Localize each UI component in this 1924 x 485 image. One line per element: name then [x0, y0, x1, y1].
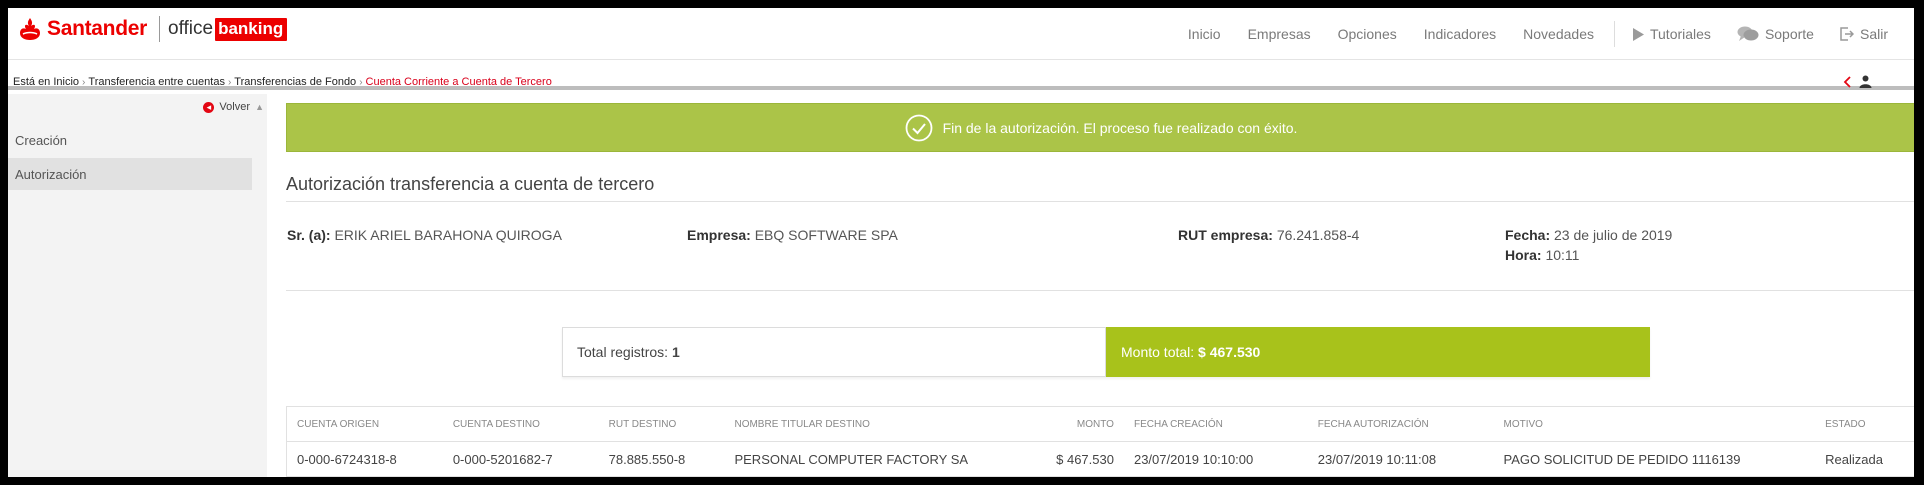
breadcrumb-item-fondo[interactable]: Transferencias de Fondo — [234, 76, 356, 88]
breadcrumb: Está en Inicio › Transferencia entre cue… — [13, 76, 552, 88]
title-divider — [286, 201, 1914, 202]
sidebar: ◂ Volver ▲ Creación Autorización — [8, 94, 267, 477]
info-sr: Sr. (a): ERIK ARIEL BARAHONA QUIROGA — [287, 225, 562, 245]
nav-inicio[interactable]: Inicio — [1188, 26, 1221, 42]
transfers-table: Cuenta origen Cuenta destino RUT destino… — [286, 406, 1914, 477]
info-empresa: Empresa: EBQ SOFTWARE SPA — [687, 225, 898, 245]
info-sr-value: ERIK ARIEL BARAHONA QUIROGA — [334, 227, 562, 243]
nav-salir[interactable]: Salir — [1840, 26, 1888, 42]
breadcrumb-chevron-icon: › — [82, 76, 86, 88]
scroll-up-icon[interactable]: ▲ — [255, 102, 264, 112]
info-sr-label: Sr. (a): — [287, 227, 331, 243]
table-cell: 78.885.550-8 — [608, 451, 686, 467]
table-cell: PERSONAL COMPUTER FACTORY SA — [734, 451, 969, 467]
info-hora-label: Hora: — [1505, 247, 1542, 263]
table-cell: PAGO SOLICITUD DE PEDIDO 1116139 — [1503, 451, 1741, 467]
nav-opciones[interactable]: Opciones — [1338, 26, 1397, 42]
nav-salir-label: Salir — [1859, 26, 1888, 42]
brand-name: Santander — [47, 17, 147, 40]
breadcrumb-chevron-icon: › — [359, 76, 363, 88]
app-window: Santander office banking Inicio Empresas… — [8, 8, 1914, 477]
page-title: Autorización transferencia a cuenta de t… — [286, 174, 655, 194]
info-empresa-label: Empresa: — [687, 227, 751, 243]
info-fecha-hora: Fecha: 23 de julio de 2019 Hora: 10:11 — [1505, 225, 1672, 265]
nav-tutoriales-label: Tutoriales — [1649, 26, 1711, 42]
info-fecha-label: Fecha: — [1505, 227, 1551, 243]
column-header: Monto — [1076, 418, 1114, 430]
volver-label: Volver — [219, 101, 250, 113]
info-empresa-value: EBQ SOFTWARE SPA — [754, 227, 898, 243]
total-registros-label: Total registros: — [577, 344, 669, 360]
sidebar-item-autorizacion[interactable]: Autorización — [8, 158, 252, 190]
table-cell: 23/07/2019 10:11:08 — [1317, 451, 1437, 467]
main-content: Fin de la autorización. El proceso fue r… — [278, 94, 1914, 477]
nav-divider — [1613, 21, 1615, 47]
product-office: office — [168, 18, 214, 39]
sidebar-item-creacion[interactable]: Creación — [8, 124, 252, 156]
column-header: Fecha autorización — [1317, 418, 1429, 430]
nav-soporte-label: Soporte — [1764, 26, 1814, 42]
column-header: Fecha creación — [1133, 418, 1223, 430]
chevron-left-icon[interactable] — [1843, 75, 1853, 88]
success-banner: Fin de la autorización. El proceso fue r… — [286, 103, 1914, 152]
breadcrumb-current: Cuenta Corriente a Cuenta de Tercero — [365, 76, 552, 88]
nav-empresas[interactable]: Empresas — [1248, 26, 1311, 42]
product-banking: banking — [215, 17, 288, 41]
monto-total: Monto total: $ 467.530 — [1106, 327, 1650, 377]
monto-total-value: $ 467.530 — [1198, 344, 1261, 360]
logout-icon — [1840, 27, 1854, 41]
table-row[interactable]: 0-000-6724318-8 0-000-5201682-7 78.885.5… — [287, 442, 1914, 477]
column-header: Nombre titular destino — [734, 418, 870, 430]
breadcrumb-chevron-icon: › — [227, 76, 232, 88]
column-header: Cuenta origen — [297, 418, 380, 430]
breadcrumb-actions — [1843, 75, 1872, 88]
total-registros-value: 1 — [671, 344, 680, 360]
santander-flame-icon — [20, 18, 40, 40]
info-rut: RUT empresa: 76.241.858-4 — [1178, 225, 1359, 245]
logo-separator — [159, 16, 160, 42]
column-header: Motivo — [1503, 418, 1543, 430]
breadcrumb-bar: Está en Inicio › Transferencia entre cue… — [8, 66, 1914, 90]
nav-indicadores[interactable]: Indicadores — [1424, 26, 1496, 42]
main-nav: Inicio Empresas Opciones Indicadores Nov… — [1188, 8, 1914, 60]
info-rut-value: 76.241.858-4 — [1276, 227, 1360, 243]
chat-bubbles-icon — [1737, 26, 1759, 41]
success-message: Fin de la autorización. El proceso fue r… — [942, 119, 1298, 136]
total-registros: Total registros: 1 — [562, 327, 1106, 377]
table-cell: Realizada — [1825, 451, 1883, 467]
monto-total-label: Monto total: — [1121, 344, 1195, 360]
check-circle-icon — [905, 114, 932, 141]
info-rut-label: RUT empresa: — [1178, 227, 1273, 243]
nav-soporte[interactable]: Soporte — [1737, 26, 1814, 42]
table-cell: 0-000-6724318-8 — [297, 451, 397, 467]
table-cell: 0-000-5201682-7 — [452, 451, 553, 467]
table-header-row: Cuenta origen Cuenta destino RUT destino… — [287, 407, 1914, 442]
table-cell: 23/07/2019 10:10:00 — [1133, 451, 1254, 467]
nav-novedades[interactable]: Novedades — [1523, 26, 1594, 42]
breadcrumb-item-inicio[interactable]: Está en Inicio — [13, 76, 79, 88]
column-header: RUT destino — [608, 418, 677, 430]
info-divider — [286, 290, 1914, 291]
column-header: Cuenta destino — [452, 418, 540, 430]
column-header: Estado — [1825, 418, 1866, 430]
top-header: Santander office banking Inicio Empresas… — [8, 8, 1914, 60]
user-icon[interactable] — [1859, 75, 1872, 88]
nav-tutoriales[interactable]: Tutoriales — [1632, 26, 1711, 42]
play-icon — [1632, 27, 1644, 41]
breadcrumb-item-transferencia[interactable]: Transferencia entre cuentas — [88, 76, 225, 88]
volver-button[interactable]: ◂ Volver — [203, 101, 250, 113]
info-hora-value: 10:11 — [1545, 247, 1580, 263]
santander-logo[interactable]: Santander office banking — [19, 16, 288, 42]
back-arrow-icon: ◂ — [203, 101, 215, 113]
info-fecha-value: 23 de julio de 2019 — [1554, 227, 1673, 243]
totals-box: Total registros: 1 Monto total: $ 467.53… — [562, 327, 1650, 377]
table-cell: $ 467.530 — [1056, 451, 1114, 467]
